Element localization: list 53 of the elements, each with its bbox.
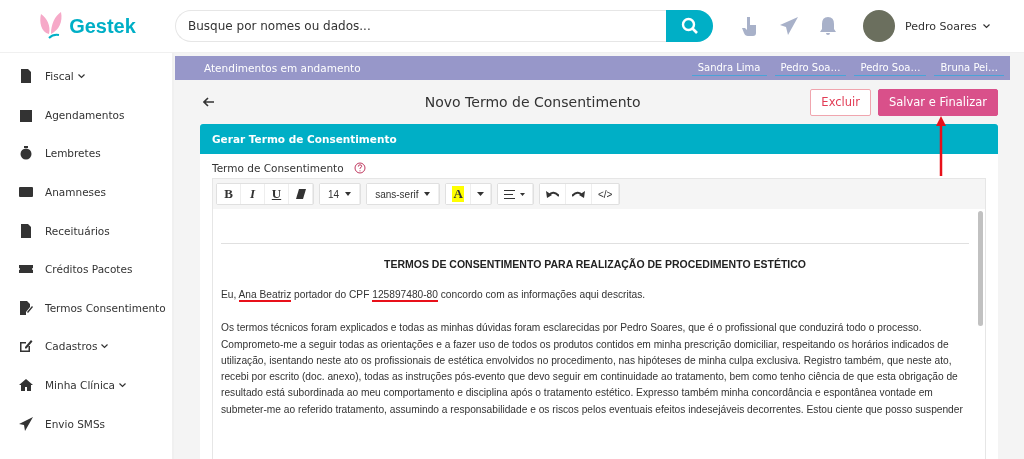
dropdown-button[interactable]: sans-serif — [367, 184, 440, 204]
send-icon — [19, 416, 33, 431]
search-button[interactable] — [666, 10, 713, 42]
signed-document-icon — [19, 300, 33, 315]
sidebar-item[interactable]: Envio SMSs — [0, 404, 172, 443]
document-paragraph: Os termos técnicos foram explicados e todas as minhas dúvidas foram esclarecidas por Pedro Soares, que é o profissional que conduzirá todo o processo. Comprometo-me a seguir todas as orientações e a fazer uso de todos os produtos contidos em minha prescrição domiciliar, respeitando os horários indicados de utilização, isentando neste ato os profissionais de estética envolvidos no procedimento, nas hipóteses de minha culpa exclusiva. Registro também, que neste ato, recebi por escrito (doc. anexo), todas as instruções pós-evento que devo seguir em continuidade ao tratamento, bem como tenho ciência de que esta obrigação de resultado está subordinada ao meu comportamento e disciplina após o tratamento estético. Expresso também minha concordância e espontânea vontade em submeter-me ao referido tratamento, assumindo a responsabilidade e os riscos pelos eventuais efeitos indesejáveis decorrentes. Estou ciente que posso suspender — [221, 321, 964, 417]
sidebar-item[interactable]: Agendamentos — [0, 95, 172, 135]
caret-icon — [424, 192, 431, 196]
align-icon — [503, 189, 526, 199]
sidebar-item[interactable]: Lembretes — [0, 134, 172, 173]
undo-icon — [545, 190, 559, 198]
logo-text: Gestek — [69, 14, 136, 38]
search-icon — [680, 17, 699, 35]
edit-icon — [19, 339, 33, 354]
dropdown-button[interactable]: 14 — [320, 184, 361, 204]
redo-icon — [571, 190, 585, 198]
document-icon — [19, 223, 33, 238]
sidebar-item[interactable]: Receituários — [0, 211, 172, 250]
sidebar-item[interactable]: Fiscal — [0, 57, 172, 96]
attendance-bar-title: Atendimentos em andamento — [204, 62, 361, 74]
delete-button[interactable]: Excluir — [810, 88, 871, 116]
chevron-down-icon[interactable] — [982, 23, 990, 29]
document-icon — [19, 69, 33, 84]
caret-icon — [476, 192, 484, 196]
caret-icon — [345, 192, 352, 196]
back-arrow-icon[interactable] — [203, 97, 215, 107]
card-header: Gerar Termo de Consentimento — [200, 124, 998, 154]
sidebar-item[interactable]: Cadastros — [0, 327, 172, 366]
undo-button[interactable] — [539, 184, 566, 204]
chevron-down-icon — [101, 343, 109, 349]
annotation-arrow — [936, 116, 946, 176]
home-icon — [19, 378, 33, 393]
document-intro: Eu, Ana Beatriz portador do CPF 125897480-80 concordo com as informações aqui descritas. — [221, 288, 647, 304]
chevron-down-icon — [119, 382, 126, 388]
sidebar-item[interactable]: Minha Clínica — [0, 365, 172, 405]
page-title: Novo Termo de Consentimento — [423, 94, 642, 110]
save-finalize-button[interactable]: Salvar e Finalizar — [877, 88, 998, 116]
user-name[interactable]: Pedro Soares — [905, 19, 977, 33]
sidebar-item[interactable]: Créditos Pacotes — [0, 249, 172, 289]
help-icon[interactable] — [353, 162, 366, 174]
align-button[interactable] — [497, 184, 533, 204]
document-heading: TERMOS DE CONSENTIMENTO PARA REALIZAÇÃO DE PROCEDIMENTO ESTÉTICO — [383, 258, 807, 270]
user-avatar[interactable] — [863, 10, 895, 42]
eraser-icon — [295, 189, 306, 199]
search-field[interactable]: Busque por nomes ou dados... — [175, 10, 666, 42]
sidebar-item[interactable]: Anamneses — [0, 172, 172, 212]
field-label: Termo de Consentimento — [212, 162, 344, 174]
sidebar-item[interactable]: Termos Consentimento — [0, 288, 172, 328]
stopwatch-icon — [19, 146, 33, 161]
scrollbar[interactable] — [978, 211, 983, 326]
text-color-button[interactable]: A — [446, 184, 471, 204]
chevron-down-icon — [77, 73, 85, 79]
bold-button[interactable]: B — [217, 184, 241, 204]
